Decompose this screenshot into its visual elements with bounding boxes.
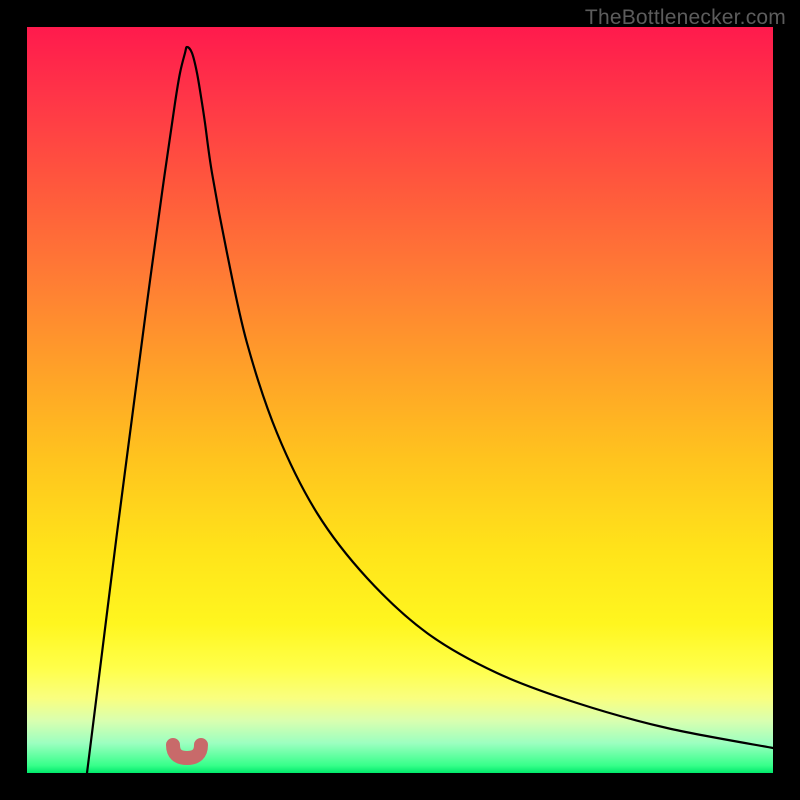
bottleneck-curve <box>87 47 773 773</box>
watermark-text: TheBottlenecker.com <box>585 6 786 30</box>
chart-frame: TheBottlenecker.com <box>0 0 800 800</box>
plot-area <box>27 27 773 773</box>
min-marker <box>173 745 201 758</box>
chart-svg <box>27 27 773 773</box>
